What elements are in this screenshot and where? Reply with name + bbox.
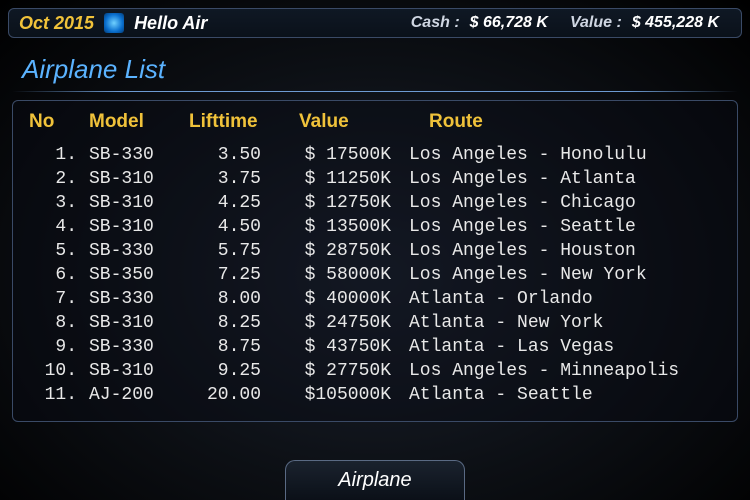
cell-value: $ 17500K: [279, 143, 409, 167]
table-row[interactable]: 2.SB-3103.75$ 11250KLos Angeles - Atlant…: [29, 167, 721, 191]
cell-lifetime: 3.50: [189, 143, 279, 167]
cell-no: 9.: [29, 335, 89, 359]
header-model: Model: [89, 111, 189, 133]
cell-route: Los Angeles - New York: [409, 263, 721, 287]
cell-lifetime: 8.00: [189, 287, 279, 311]
table-row[interactable]: 9.SB-3308.75$ 43750KAtlanta - Las Vegas: [29, 335, 721, 359]
cell-route: Los Angeles - Atlanta: [409, 167, 721, 191]
cell-lifetime: 4.25: [189, 191, 279, 215]
cell-lifetime: 5.75: [189, 239, 279, 263]
table-row[interactable]: 8.SB-3108.25$ 24750KAtlanta - New York: [29, 311, 721, 335]
top-status-bar: Oct 2015 Hello Air Cash : $ 66,728 K Val…: [8, 8, 742, 38]
cell-model: SB-310: [89, 191, 189, 215]
cell-value: $ 27750K: [279, 359, 409, 383]
cell-value: $ 11250K: [279, 167, 409, 191]
cell-no: 2.: [29, 167, 89, 191]
cell-route: Los Angeles - Houston: [409, 239, 721, 263]
table-row[interactable]: 1.SB-3303.50$ 17500KLos Angeles - Honolu…: [29, 143, 721, 167]
cell-no: 11.: [29, 383, 89, 407]
cell-model: SB-310: [89, 359, 189, 383]
cell-model: AJ-200: [89, 383, 189, 407]
cash-value: $ 66,728 K: [470, 14, 548, 32]
airline-logo-icon: [104, 13, 124, 33]
cell-value: $ 24750K: [279, 311, 409, 335]
cell-no: 8.: [29, 311, 89, 335]
cell-route: Atlanta - Las Vegas: [409, 335, 721, 359]
panel-title: Airplane List: [8, 46, 742, 91]
value-value: $ 455,228 K: [632, 14, 719, 32]
cell-value: $ 28750K: [279, 239, 409, 263]
airplane-button[interactable]: Airplane: [285, 460, 465, 500]
cell-no: 6.: [29, 263, 89, 287]
cell-lifetime: 9.25: [189, 359, 279, 383]
table-row[interactable]: 6.SB-3507.25$ 58000KLos Angeles - New Yo…: [29, 263, 721, 287]
cell-route: Atlanta - Seattle: [409, 383, 721, 407]
cell-route: Los Angeles - Minneapolis: [409, 359, 721, 383]
cell-value: $ 12750K: [279, 191, 409, 215]
cell-no: 3.: [29, 191, 89, 215]
cell-model: SB-330: [89, 335, 189, 359]
cell-no: 7.: [29, 287, 89, 311]
cell-lifetime: 20.00: [189, 383, 279, 407]
cell-model: SB-330: [89, 143, 189, 167]
cell-model: SB-310: [89, 167, 189, 191]
date-label: Oct 2015: [19, 13, 94, 34]
airplane-list-box: No Model Lifttime Value Route 1.SB-3303.…: [12, 100, 738, 422]
cell-model: SB-310: [89, 215, 189, 239]
table-row[interactable]: 3.SB-3104.25$ 12750KLos Angeles - Chicag…: [29, 191, 721, 215]
table-row[interactable]: 11.AJ-20020.00$105000KAtlanta - Seattle: [29, 383, 721, 407]
cell-no: 10.: [29, 359, 89, 383]
airplane-button-label: Airplane: [338, 469, 411, 492]
table-row[interactable]: 5.SB-3305.75$ 28750KLos Angeles - Housto…: [29, 239, 721, 263]
cell-no: 5.: [29, 239, 89, 263]
value-label: Value :: [570, 14, 622, 32]
cell-route: Atlanta - New York: [409, 311, 721, 335]
cell-model: SB-310: [89, 311, 189, 335]
cell-value: $ 13500K: [279, 215, 409, 239]
header-no: No: [29, 111, 89, 133]
header-route: Route: [429, 111, 721, 133]
cash-label: Cash :: [411, 14, 460, 32]
airplane-list-panel: Airplane List No Model Lifttime Value Ro…: [8, 46, 742, 450]
cell-no: 4.: [29, 215, 89, 239]
table-row[interactable]: 4.SB-3104.50$ 13500KLos Angeles - Seattl…: [29, 215, 721, 239]
header-value: Value: [299, 111, 429, 133]
cell-model: SB-350: [89, 263, 189, 287]
cell-route: Los Angeles - Seattle: [409, 215, 721, 239]
cell-value: $ 43750K: [279, 335, 409, 359]
cell-lifetime: 3.75: [189, 167, 279, 191]
cell-value: $ 40000K: [279, 287, 409, 311]
cell-route: Atlanta - Orlando: [409, 287, 721, 311]
cell-no: 1.: [29, 143, 89, 167]
cell-model: SB-330: [89, 239, 189, 263]
cell-route: Los Angeles - Honolulu: [409, 143, 721, 167]
table-body: 1.SB-3303.50$ 17500KLos Angeles - Honolu…: [29, 143, 721, 407]
table-row[interactable]: 10.SB-3109.25$ 27750KLos Angeles - Minne…: [29, 359, 721, 383]
table-headers: No Model Lifttime Value Route: [29, 111, 721, 133]
cell-value: $ 58000K: [279, 263, 409, 287]
divider: [12, 91, 738, 92]
cell-model: SB-330: [89, 287, 189, 311]
cell-route: Los Angeles - Chicago: [409, 191, 721, 215]
cell-lifetime: 4.50: [189, 215, 279, 239]
table-row[interactable]: 7.SB-3308.00$ 40000KAtlanta - Orlando: [29, 287, 721, 311]
cell-value: $105000K: [279, 383, 409, 407]
cell-lifetime: 8.75: [189, 335, 279, 359]
cell-lifetime: 7.25: [189, 263, 279, 287]
game-screen: Oct 2015 Hello Air Cash : $ 66,728 K Val…: [0, 0, 750, 500]
airline-name: Hello Air: [134, 13, 207, 34]
cell-lifetime: 8.25: [189, 311, 279, 335]
header-lifetime: Lifttime: [189, 111, 299, 133]
